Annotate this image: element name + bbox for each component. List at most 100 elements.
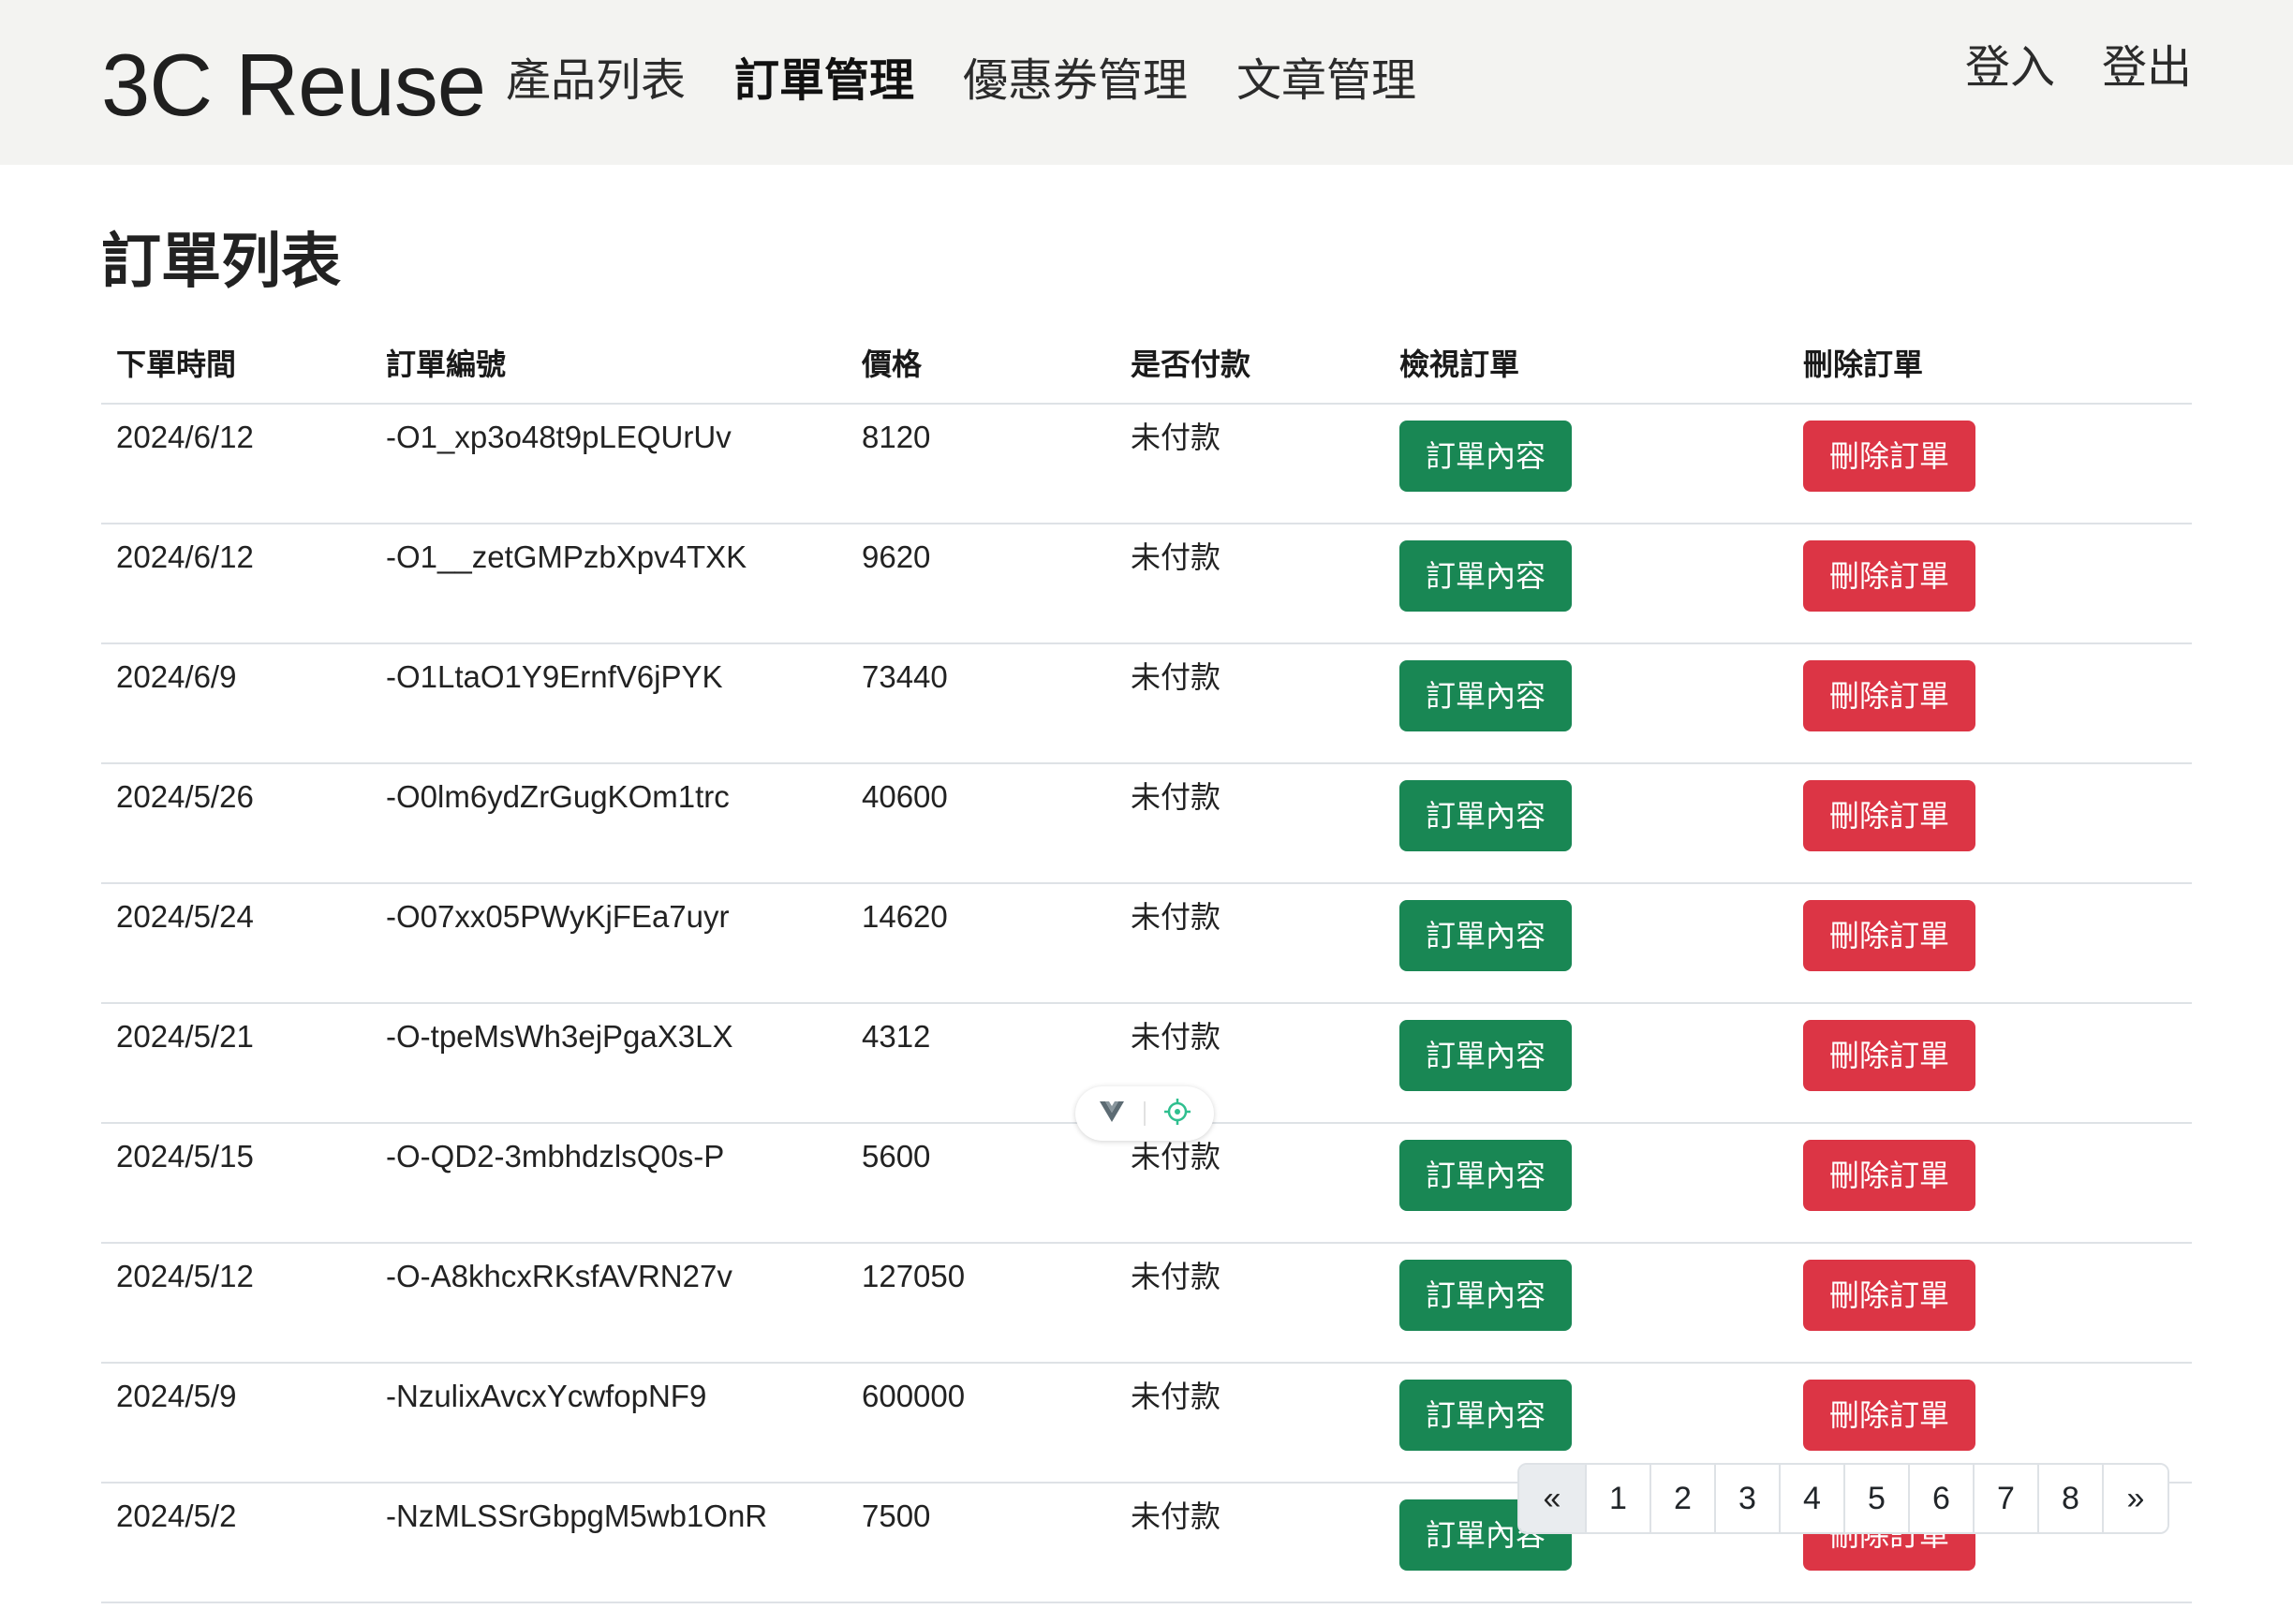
order-price-cell: 14620 — [847, 883, 1116, 1004]
navbar: 3C Reuse 產品列表 訂單管理 優惠券管理 文章管理 登入 登出 — [0, 0, 2293, 165]
nav-link-products[interactable]: 產品列表 — [506, 51, 686, 111]
header-view-order: 檢視訂單 — [1384, 330, 1788, 405]
table-row: 2024/6/12 -O1_xp3o48t9pLEQUrUv 8120 未付款 訂單內容… — [101, 404, 2192, 524]
order-price-cell: 5600 — [847, 1123, 1116, 1244]
order-price-cell: 73440 — [847, 643, 1116, 764]
nav-link-articles[interactable]: 文章管理 — [1236, 51, 1416, 111]
vue-logo-icon[interactable] — [1098, 1100, 1126, 1128]
logout-link[interactable]: 登出 — [2102, 37, 2192, 97]
order-price-cell: 7500 — [847, 1483, 1116, 1603]
delete-order-button[interactable]: 刪除訂單 — [1803, 1260, 1976, 1331]
view-order-cell: 訂單內容 — [1384, 1243, 1788, 1364]
view-order-cell: 訂單內容 — [1384, 643, 1788, 764]
delete-order-button[interactable]: 刪除訂單 — [1803, 421, 1976, 492]
login-link[interactable]: 登入 — [1965, 37, 2055, 97]
paid-status-cell: 未付款 — [1116, 763, 1384, 884]
view-order-button[interactable]: 訂單內容 — [1399, 540, 1573, 612]
order-date-cell: 2024/6/12 — [101, 524, 371, 644]
view-order-button[interactable]: 訂單內容 — [1399, 1260, 1573, 1331]
pagination-page-5[interactable]: 5 — [1843, 1465, 1908, 1532]
table-row: 2024/5/26 -O0lm6ydZrGugKOm1trc 40600 未付款 訂單內… — [101, 763, 2192, 884]
delete-order-button[interactable]: 刪除訂單 — [1803, 1140, 1976, 1211]
order-id-cell: -O0lm6ydZrGugKOm1trc — [371, 763, 847, 884]
order-id-cell: -NzMLSSrGbpgM5wb1OnR — [371, 1483, 847, 1603]
paid-status-cell: 未付款 — [1116, 883, 1384, 1004]
pagination-next[interactable]: » — [2102, 1465, 2167, 1532]
delete-order-cell: 刪除訂單 — [1788, 1003, 2192, 1124]
delete-order-button[interactable]: 刪除訂單 — [1803, 540, 1976, 612]
view-order-button[interactable]: 訂單內容 — [1399, 1140, 1573, 1211]
nav-link-orders[interactable]: 訂單管理 — [734, 51, 914, 111]
brand-logo[interactable]: 3C Reuse — [101, 34, 486, 137]
paid-status-cell: 未付款 — [1116, 1363, 1384, 1484]
view-order-button[interactable]: 訂單內容 — [1399, 900, 1573, 971]
order-date-cell: 2024/5/24 — [101, 883, 371, 1004]
order-id-cell: -O1LtaO1Y9ErnfV6jPYK — [371, 643, 847, 764]
pagination-page-2[interactable]: 2 — [1649, 1465, 1714, 1532]
pagination-page-8[interactable]: 8 — [2037, 1465, 2102, 1532]
table-row: 2024/5/15 -O-QD2-3mbhdzlsQ0s-P 5600 未付款 訂單內容… — [101, 1123, 2192, 1244]
table-row: 2024/6/12 -O1__zetGMPzbXpv4TXK 9620 未付款 訂單內容… — [101, 524, 2192, 644]
delete-order-cell: 刪除訂單 — [1788, 763, 2192, 884]
view-order-cell: 訂單內容 — [1384, 524, 1788, 644]
table-row: 2024/6/9 -O1LtaO1Y9ErnfV6jPYK 73440 未付款 訂單內容… — [101, 643, 2192, 764]
view-order-button[interactable]: 訂單內容 — [1399, 780, 1573, 851]
delete-order-button[interactable]: 刪除訂單 — [1803, 780, 1976, 851]
order-id-cell: -O-QD2-3mbhdzlsQ0s-P — [371, 1123, 847, 1244]
delete-order-cell: 刪除訂單 — [1788, 883, 2192, 1004]
table-row: 2024/5/24 -O07xx05PWyKjFEa7uyr 14620 未付款 訂單內… — [101, 883, 2192, 1004]
pagination-page-7[interactable]: 7 — [1973, 1465, 2037, 1532]
table-row: 2024/5/12 -O-A8khcxRKsfAVRN27v 127050 未付款 訂單… — [101, 1243, 2192, 1364]
view-order-cell: 訂單內容 — [1384, 883, 1788, 1004]
pagination-page-1[interactable]: 1 — [1585, 1465, 1649, 1532]
order-date-cell: 2024/6/9 — [101, 643, 371, 764]
pagination-prev[interactable]: « — [1519, 1465, 1585, 1532]
view-order-button[interactable]: 訂單內容 — [1399, 660, 1573, 731]
view-order-cell: 訂單內容 — [1384, 1123, 1788, 1244]
paid-status-cell: 未付款 — [1116, 643, 1384, 764]
view-order-button[interactable]: 訂單內容 — [1399, 1020, 1573, 1091]
view-order-cell: 訂單內容 — [1384, 763, 1788, 884]
delete-order-cell: 刪除訂單 — [1788, 1123, 2192, 1244]
paid-status-cell: 未付款 — [1116, 1123, 1384, 1244]
order-date-cell: 2024/5/2 — [101, 1483, 371, 1603]
pagination: « 1 2 3 4 5 6 7 8 » — [1517, 1463, 2169, 1534]
pagination-page-4[interactable]: 4 — [1779, 1465, 1843, 1532]
table-header-row: 下單時間 訂單編號 價格 是否付款 檢視訂單 刪除訂單 — [101, 330, 2192, 405]
view-order-cell: 訂單內容 — [1384, 404, 1788, 524]
order-id-cell: -O-A8khcxRKsfAVRN27v — [371, 1243, 847, 1364]
order-price-cell: 40600 — [847, 763, 1116, 884]
vue-devtools-toolbar[interactable] — [1075, 1086, 1214, 1141]
order-id-cell: -O1_xp3o48t9pLEQUrUv — [371, 404, 847, 524]
order-date-cell: 2024/5/9 — [101, 1363, 371, 1484]
pagination-page-3[interactable]: 3 — [1714, 1465, 1779, 1532]
nav-link-coupons[interactable]: 優惠券管理 — [963, 51, 1188, 111]
delete-order-cell: 刪除訂單 — [1788, 1243, 2192, 1364]
main-nav: 產品列表 訂單管理 優惠券管理 文章管理 — [506, 51, 1465, 111]
view-order-button[interactable]: 訂單內容 — [1399, 1380, 1573, 1451]
delete-order-button[interactable]: 刪除訂單 — [1803, 900, 1976, 971]
order-price-cell: 4312 — [847, 1003, 1116, 1124]
target-icon[interactable] — [1163, 1098, 1191, 1129]
orders-table-body: 2024/6/12 -O1_xp3o48t9pLEQUrUv 8120 未付款 訂單內容… — [101, 404, 2192, 1603]
order-date-cell: 2024/6/12 — [101, 404, 371, 524]
order-id-cell: -O1__zetGMPzbXpv4TXK — [371, 524, 847, 644]
auth-links: 登入 登出 — [1918, 37, 2192, 97]
order-id-cell: -O07xx05PWyKjFEa7uyr — [371, 883, 847, 1004]
delete-order-button[interactable]: 刪除訂單 — [1803, 1020, 1976, 1091]
pagination-page-6[interactable]: 6 — [1908, 1465, 1973, 1532]
delete-order-button[interactable]: 刪除訂單 — [1803, 1380, 1976, 1451]
view-order-button[interactable]: 訂單內容 — [1399, 421, 1573, 492]
header-price: 價格 — [847, 330, 1116, 405]
order-price-cell: 8120 — [847, 404, 1116, 524]
delete-order-cell: 刪除訂單 — [1788, 524, 2192, 644]
delete-order-button[interactable]: 刪除訂單 — [1803, 660, 1976, 731]
paid-status-cell: 未付款 — [1116, 404, 1384, 524]
header-paid-status: 是否付款 — [1116, 330, 1384, 405]
header-order-id: 訂單編號 — [371, 330, 847, 405]
order-date-cell: 2024/5/15 — [101, 1123, 371, 1244]
header-delete-order: 刪除訂單 — [1788, 330, 2192, 405]
order-date-cell: 2024/5/12 — [101, 1243, 371, 1364]
order-price-cell: 600000 — [847, 1363, 1116, 1484]
order-date-cell: 2024/5/21 — [101, 1003, 371, 1124]
